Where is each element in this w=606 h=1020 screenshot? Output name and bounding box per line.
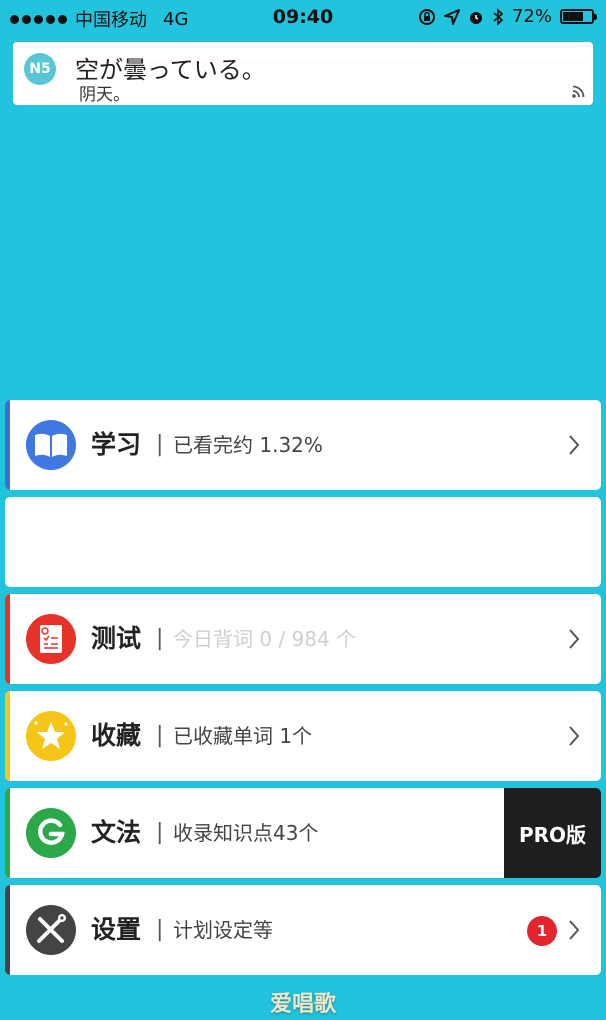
notification-count-badge: 1 (527, 916, 557, 946)
chevron-right-icon (569, 435, 580, 455)
chevron-right-icon (569, 629, 580, 649)
separator: | (156, 917, 164, 942)
chevron-right-icon (569, 726, 580, 746)
accent-stripe (5, 885, 10, 975)
battery-percent: 72% (511, 6, 552, 27)
tools-icon (26, 905, 76, 955)
menu-item-grammar[interactable]: 文法 | 收录知识点43个 PRO版 (5, 788, 601, 878)
pro-version-button[interactable]: PRO版 (504, 788, 601, 878)
status-bar: 中国移动 4G 09:40 72% (0, 0, 606, 34)
separator: | (156, 626, 164, 651)
screen-rotation-lock-icon (418, 8, 435, 25)
bluetooth-icon (493, 7, 504, 26)
notification-banner[interactable]: N5 空が曇っている。 阴天。 (13, 42, 593, 105)
book-icon (26, 420, 76, 470)
location-arrow-icon (443, 8, 460, 25)
separator: | (156, 723, 164, 748)
menu-item-description: 收录知识点43个 (173, 821, 319, 845)
menu-item-study[interactable]: 学习 | 已看完约 1.32% (5, 400, 601, 490)
broadcast-signal-icon (572, 85, 585, 98)
chevron-right-icon (569, 920, 580, 940)
menu-item-test[interactable]: 测试 | 今日背词 0 / 984 个 (5, 594, 601, 684)
menu-item-label: 学习 (91, 430, 142, 459)
notification-subtitle: 阴天。 (79, 85, 130, 105)
battery-icon (560, 9, 597, 24)
grammar-g-icon (26, 808, 76, 858)
menu-item-description: 计划设定等 (173, 918, 273, 942)
menu-item-description: 今日背词 0 / 984 个 (173, 627, 357, 651)
star-icon (26, 711, 76, 761)
menu-item-settings[interactable]: 设置 | 计划设定等 1 (5, 885, 601, 975)
accent-stripe (5, 788, 10, 878)
menu-item-label: 设置 (91, 915, 142, 944)
alarm-icon (469, 11, 482, 24)
menu-item-description: 已看完约 1.32% (173, 433, 323, 457)
menu-item-blank (5, 497, 601, 587)
separator: | (156, 432, 164, 457)
menu-item-favorites[interactable]: 收藏 | 已收藏单词 1个 (5, 691, 601, 781)
accent-stripe (5, 400, 10, 490)
watermark: 爱唱歌 (269, 992, 336, 1017)
app-badge-icon: N5 (24, 53, 56, 85)
accent-stripe (5, 594, 10, 684)
accent-stripe (5, 691, 10, 781)
menu-item-description: 已收藏单词 1个 (173, 724, 313, 748)
test-paper-icon (26, 614, 76, 664)
menu-item-label: 收藏 (91, 721, 142, 750)
separator: | (156, 820, 164, 845)
menu-item-label: 文法 (91, 818, 142, 847)
menu-item-label: 测试 (91, 624, 142, 653)
